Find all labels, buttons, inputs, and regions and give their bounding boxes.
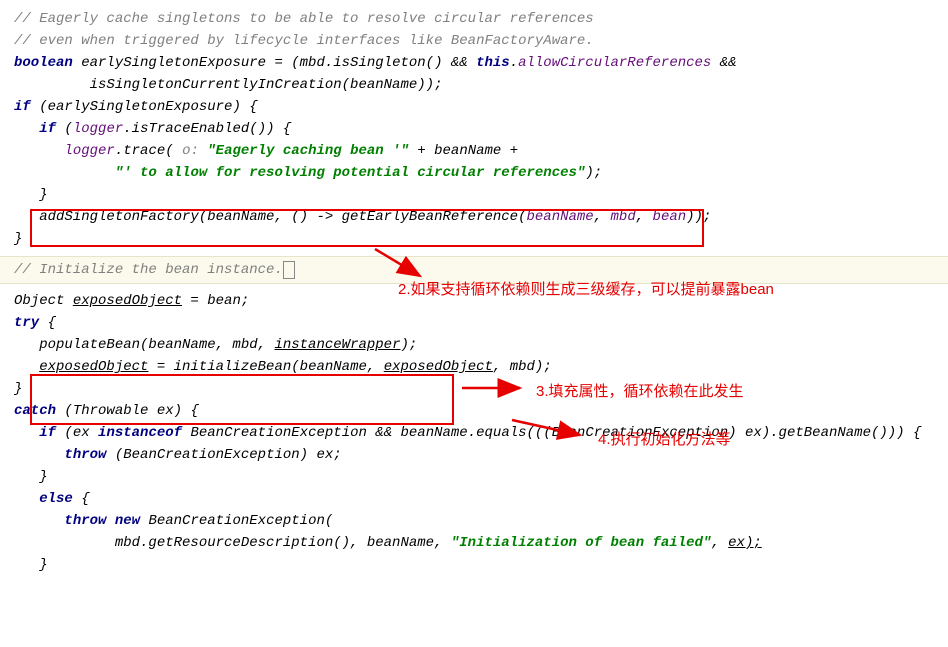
field-logger: logger bbox=[64, 143, 114, 159]
dot: . bbox=[510, 55, 518, 71]
kw-instanceof: instanceof bbox=[98, 425, 182, 441]
code-text: = bean; bbox=[182, 293, 249, 309]
var-instancewrapper: instanceWrapper bbox=[274, 337, 400, 353]
annotation-2: 2.如果支持循环依赖则生成三级缓存，可以提前暴露bean bbox=[398, 278, 774, 299]
code-text: , mbd); bbox=[493, 359, 552, 375]
string-literal: "' to allow for resolving potential circ… bbox=[115, 165, 585, 181]
string-literal: "Initialization of bean failed" bbox=[451, 535, 711, 551]
sep: , bbox=[594, 209, 611, 225]
kw-if: if bbox=[39, 425, 56, 441]
code-text: (Throwable ex) { bbox=[56, 403, 199, 419]
code-text: earlySingletonExposure = (mbd.isSingleto… bbox=[73, 55, 476, 71]
brace: } bbox=[14, 187, 48, 203]
annotation-4: 4.执行初始化方法等 bbox=[598, 428, 731, 449]
text-cursor bbox=[283, 261, 295, 279]
kw-else: else bbox=[39, 491, 73, 507]
brace: } bbox=[14, 557, 48, 573]
code-text: addSingletonFactory(beanName, () -> getE… bbox=[14, 209, 526, 225]
comment-line: // Eagerly cache singletons to be able t… bbox=[14, 11, 594, 27]
code-text: Object bbox=[14, 293, 73, 309]
code-text: .isTraceEnabled()) { bbox=[123, 121, 291, 137]
var-ex: ex); bbox=[728, 535, 762, 551]
var-exposedobject: exposedObject bbox=[384, 359, 493, 375]
code-text: , bbox=[711, 535, 728, 551]
code-text: .trace( bbox=[115, 143, 182, 159]
arrow-3 bbox=[460, 378, 530, 398]
field-logger: logger bbox=[73, 121, 123, 137]
param-hint: o: bbox=[182, 143, 207, 159]
code-text: mbd.getResourceDescription(), beanName, bbox=[14, 535, 451, 551]
kw-throw-new: throw new bbox=[64, 513, 140, 529]
param-mbd: mbd bbox=[611, 209, 636, 225]
kw-this: this bbox=[476, 55, 510, 71]
string-literal: "Eagerly caching bean '" bbox=[207, 143, 409, 159]
kw-catch: catch bbox=[14, 403, 56, 419]
code-text: ); bbox=[585, 165, 602, 181]
code-text: && bbox=[711, 55, 736, 71]
comment-init: // Initialize the bean instance. bbox=[14, 262, 283, 278]
code-text: BeanCreationException( bbox=[140, 513, 333, 529]
code-text: (earlySingletonExposure) { bbox=[31, 99, 258, 115]
param-beanname: beanName bbox=[526, 209, 593, 225]
code-text: ( bbox=[56, 121, 73, 137]
code-text: + beanName + bbox=[409, 143, 518, 159]
brace: { bbox=[73, 491, 90, 507]
var-exposedobject: exposedObject bbox=[73, 293, 182, 309]
arrow-4 bbox=[510, 415, 590, 443]
code-text: (BeanCreationException) ex; bbox=[106, 447, 341, 463]
kw-throw: throw bbox=[64, 447, 106, 463]
comment-line: // even when triggered by lifecycle inte… bbox=[14, 33, 594, 49]
var-exposedobject: exposedObject bbox=[39, 359, 148, 375]
sep: , bbox=[636, 209, 653, 225]
code-text: = initializeBean(beanName, bbox=[148, 359, 383, 375]
brace: } bbox=[14, 231, 22, 247]
brace: } bbox=[14, 469, 48, 485]
code-text: populateBean(beanName, mbd, bbox=[14, 337, 274, 353]
code-text: )); bbox=[686, 209, 711, 225]
code-text: isSingletonCurrentlyInCreation(beanName)… bbox=[14, 77, 442, 93]
kw-if: if bbox=[14, 99, 31, 115]
field-ref: allowCircularReferences bbox=[518, 55, 711, 71]
brace: } bbox=[14, 381, 22, 397]
annotation-3: 3.填充属性，循环依赖在此发生 bbox=[536, 380, 744, 401]
brace: { bbox=[39, 315, 56, 331]
kw-boolean: boolean bbox=[14, 55, 73, 71]
kw-if: if bbox=[39, 121, 56, 137]
kw-try: try bbox=[14, 315, 39, 331]
code-text: (ex bbox=[56, 425, 98, 441]
code-text: ); bbox=[400, 337, 417, 353]
param-bean: bean bbox=[653, 209, 687, 225]
